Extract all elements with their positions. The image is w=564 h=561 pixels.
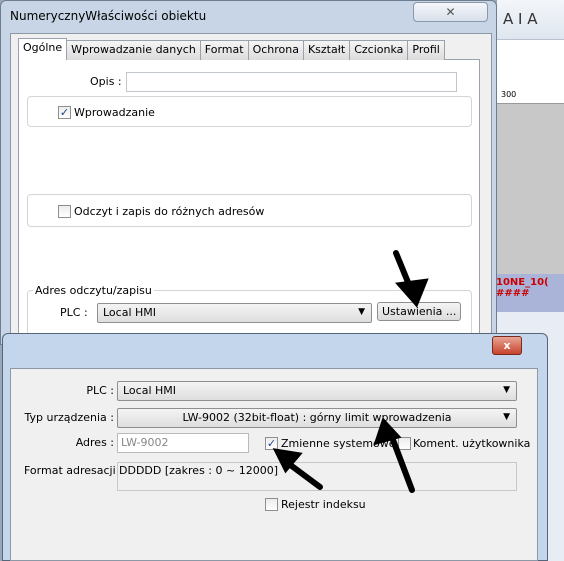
arrow-up-icon xyxy=(387,429,415,493)
arrow-up-head-icon xyxy=(373,417,402,446)
tab-general[interactable]: Ogólne xyxy=(18,38,68,60)
annotation-arrows xyxy=(272,250,429,493)
arrow-down-head-icon xyxy=(395,278,429,308)
